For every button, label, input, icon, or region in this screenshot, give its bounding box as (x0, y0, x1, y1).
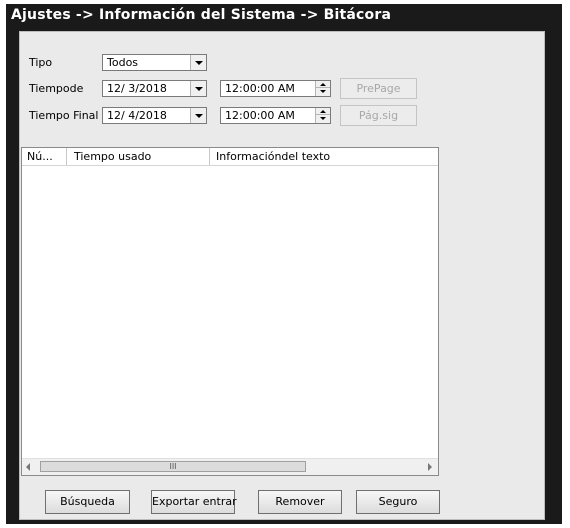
spinner-arrows[interactable] (315, 81, 330, 96)
end-date-value: 12/ 4/2018 (107, 109, 167, 122)
column-divider[interactable] (66, 148, 67, 165)
tipo-label: Tipo (29, 56, 53, 69)
chevron-down-icon[interactable] (190, 55, 206, 70)
start-time-value: 12:00:00 AM (225, 82, 295, 95)
spin-down-icon[interactable] (316, 88, 330, 96)
prev-page-button[interactable]: PrePage (340, 78, 417, 99)
scroll-thumb[interactable]: III (40, 461, 306, 472)
scroll-right-icon[interactable] (428, 463, 432, 471)
spinner-arrows[interactable] (315, 108, 330, 123)
scroll-left-icon[interactable] (26, 463, 30, 471)
chevron-down-icon[interactable] (190, 81, 206, 96)
end-time-value: 12:00:00 AM (225, 109, 295, 122)
start-time-label: Tiempode (29, 82, 84, 95)
next-page-button[interactable]: Pág.sig (340, 105, 417, 126)
page-title: Ajustes -> Información del Sistema -> Bi… (11, 7, 392, 23)
spin-up-icon[interactable] (316, 108, 330, 115)
tipo-value: Todos (107, 56, 139, 69)
spin-down-icon[interactable] (316, 115, 330, 123)
start-date-value: 12/ 3/2018 (107, 82, 167, 95)
column-header-info[interactable]: Informacióndel texto (216, 150, 330, 163)
horizontal-scrollbar[interactable]: III (22, 458, 438, 475)
column-header-number[interactable]: Nú... (27, 150, 53, 163)
end-date-picker[interactable]: 12/ 4/2018 (102, 107, 207, 124)
start-time-spinner[interactable]: 12:00:00 AM (220, 80, 331, 97)
search-button[interactable]: Búsqueda (45, 490, 130, 514)
start-date-picker[interactable]: 12/ 3/2018 (102, 80, 207, 97)
table-header: Nú... Tiempo usado Informacióndel texto (22, 148, 438, 166)
column-header-time[interactable]: Tiempo usado (74, 150, 151, 163)
log-table[interactable]: Nú... Tiempo usado Informacióndel texto … (21, 147, 439, 476)
tipo-select[interactable]: Todos (102, 54, 207, 71)
spin-up-icon[interactable] (316, 81, 330, 88)
remove-button[interactable]: Remover (258, 490, 342, 514)
end-time-spinner[interactable]: 12:00:00 AM (220, 107, 331, 124)
chevron-down-icon[interactable] (190, 108, 206, 123)
end-time-label: Tiempo Final (29, 109, 99, 122)
export-button[interactable]: Exportar entrar (151, 490, 237, 514)
column-divider[interactable] (209, 148, 210, 165)
secure-button[interactable]: Seguro (356, 490, 440, 514)
